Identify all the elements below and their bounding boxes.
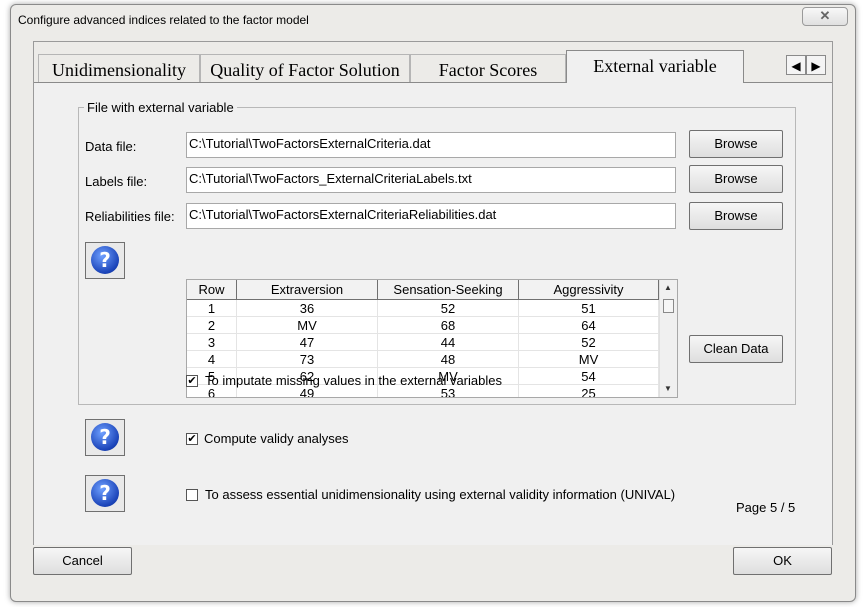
column-header-aggressivity[interactable]: Aggressivity: [519, 280, 659, 300]
tab-panel: File with external variable Data file: C…: [34, 82, 832, 545]
tab-factor-scores[interactable]: Factor Scores: [410, 54, 566, 82]
ok-button[interactable]: OK: [733, 547, 832, 575]
group-label: File with external variable: [84, 100, 237, 115]
table-cell: 2: [187, 317, 237, 334]
tab-bar: Unidimensionality Quality of Factor Solu…: [34, 42, 832, 83]
table-row[interactable]: 1 36 52 51: [187, 300, 659, 317]
clean-data-button[interactable]: Clean Data: [689, 335, 783, 363]
column-header-sensation-seeking[interactable]: Sensation-Seeking: [378, 280, 519, 300]
tab-quality-of-factor-solution[interactable]: Quality of Factor Solution: [200, 54, 410, 82]
impute-checkbox[interactable]: ✔: [186, 375, 198, 387]
labels-file-input[interactable]: C:\Tutorial\TwoFactors_ExternalCriteriaL…: [186, 167, 676, 193]
table-cell: 44: [378, 334, 519, 351]
table-header: Row Extraversion Sensation-Seeking Aggre…: [187, 280, 659, 300]
data-file-browse-button[interactable]: Browse: [689, 130, 783, 158]
cancel-button[interactable]: Cancel: [33, 547, 132, 575]
table-cell: 3: [187, 334, 237, 351]
reliabilities-file-browse-button[interactable]: Browse: [689, 202, 783, 230]
table-cell: 1: [187, 300, 237, 317]
tab-scroll-right-button[interactable]: ▶: [806, 55, 826, 75]
compute-validity-label: Compute validy analyses: [204, 431, 349, 446]
table-cell: MV: [237, 317, 378, 334]
impute-label: To imputate missing values in the extern…: [205, 373, 502, 388]
column-header-extraversion[interactable]: Extraversion: [237, 280, 378, 300]
tab-external-variable[interactable]: External variable: [566, 50, 744, 83]
help-button-validity[interactable]: ?: [85, 419, 125, 456]
labels-file-browse-button[interactable]: Browse: [689, 165, 783, 193]
help-button-file[interactable]: ?: [85, 242, 125, 279]
table-row[interactable]: 2 MV 68 64: [187, 317, 659, 334]
table-row[interactable]: 3 47 44 52: [187, 334, 659, 351]
unival-checkbox[interactable]: [186, 489, 198, 501]
page-indicator: Page 5 / 5: [736, 500, 796, 515]
tab-unidimensionality[interactable]: Unidimensionality: [38, 54, 200, 82]
title-bar: Configure advanced indices related to th…: [11, 5, 855, 31]
table-row[interactable]: 4 73 48 MV: [187, 351, 659, 368]
help-icon: ?: [91, 423, 119, 451]
table-cell: 54: [519, 368, 659, 385]
scroll-down-icon[interactable]: ▼: [660, 381, 676, 397]
help-button-unival[interactable]: ?: [85, 475, 125, 512]
unival-label: To assess essential unidimensionality us…: [205, 487, 676, 502]
table-cell: 64: [519, 317, 659, 334]
tab-scroll-left-button[interactable]: ◀: [786, 55, 806, 75]
table-cell: 51: [519, 300, 659, 317]
labels-file-label: Labels file:: [85, 174, 148, 189]
close-icon: ✕: [819, 8, 831, 23]
data-file-input[interactable]: C:\Tutorial\TwoFactorsExternalCriteria.d…: [186, 132, 676, 158]
table-cell: 47: [237, 334, 378, 351]
help-icon: ?: [91, 479, 119, 507]
table-cell: 36: [237, 300, 378, 317]
tab-control: Unidimensionality Quality of Factor Solu…: [33, 41, 833, 545]
table-cell: 52: [378, 300, 519, 317]
arrow-right-icon: ▶: [811, 59, 821, 73]
arrow-left-icon: ◀: [791, 59, 801, 73]
table-cell: MV: [519, 351, 659, 368]
close-button[interactable]: ✕: [802, 7, 848, 26]
table-cell: 68: [378, 317, 519, 334]
table-vertical-scrollbar[interactable]: ▲ ▼: [659, 280, 677, 397]
table-cell: 25: [519, 385, 659, 397]
dialog-window: Configure advanced indices related to th…: [10, 4, 856, 602]
reliabilities-file-label: Reliabilities file:: [85, 209, 175, 224]
compute-validity-checkbox[interactable]: ✔: [186, 433, 198, 445]
scroll-thumb[interactable]: [663, 299, 674, 313]
data-file-label: Data file:: [85, 139, 137, 154]
column-header-row[interactable]: Row: [187, 280, 237, 300]
table-cell: 73: [237, 351, 378, 368]
scroll-up-icon[interactable]: ▲: [660, 280, 676, 296]
table-cell: 52: [519, 334, 659, 351]
table-cell: 4: [187, 351, 237, 368]
reliabilities-file-input[interactable]: C:\Tutorial\TwoFactorsExternalCriteriaRe…: [186, 203, 676, 229]
window-title: Configure advanced indices related to th…: [18, 13, 309, 27]
help-icon: ?: [91, 246, 119, 274]
table-cell: 48: [378, 351, 519, 368]
